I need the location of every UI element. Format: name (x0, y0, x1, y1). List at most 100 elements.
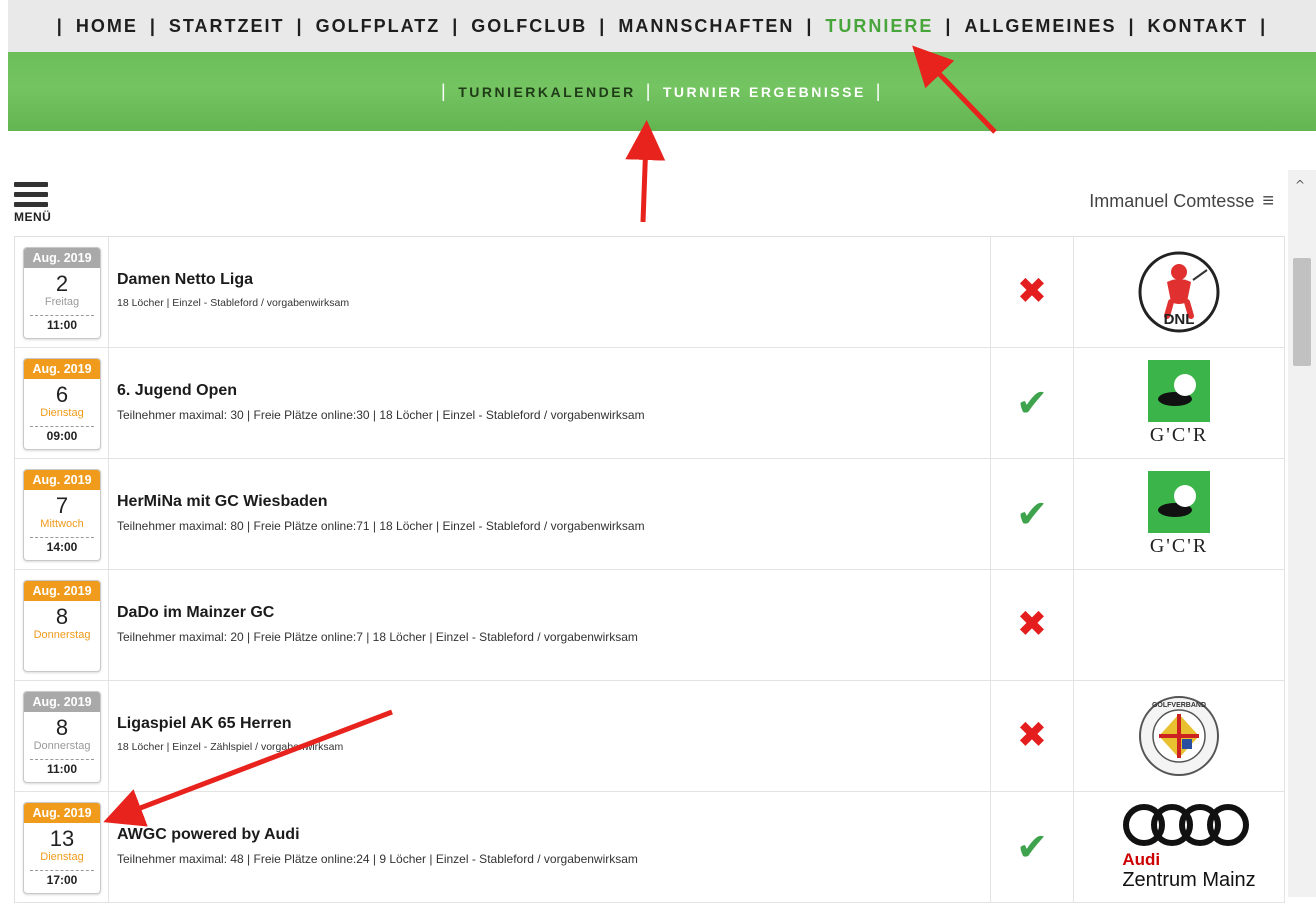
date-cell: Aug. 2019 7 Mittwoch 14:00 (15, 459, 109, 569)
date-weekday: Dienstag (40, 851, 84, 863)
nav-item-golfclub[interactable]: GOLFCLUB (471, 16, 587, 37)
info-cell: Damen Netto Liga 18 Löcher | Einzel - Sta… (109, 237, 991, 347)
date-month: Aug. 2019 (24, 359, 100, 379)
tournament-details: Teilnehmer maximal: 30 | Freie Plätze on… (117, 408, 645, 422)
info-cell: DaDo im Mainzer GC Teilnehmer maximal: 20… (109, 570, 991, 680)
date-time: 09:00 (30, 426, 94, 445)
hamburger-icon: ≡ (1262, 190, 1274, 212)
user-name: Immanuel Comtesse (1089, 191, 1255, 211)
check-icon[interactable]: ✔ (1016, 384, 1048, 422)
logo-cell: Audi Zentrum Mainz (1074, 792, 1285, 902)
hamburger-icon (14, 182, 58, 207)
tournament-title[interactable]: DaDo im Mainzer GC (117, 604, 274, 622)
nav-item-mannschaften[interactable]: MANNSCHAFTEN (618, 16, 794, 37)
subnav-item-turnierkalender[interactable]: TURNIERKALENDER (458, 84, 636, 100)
date-day: 2 (55, 271, 69, 296)
date-time: 17:00 (30, 870, 94, 889)
logo-cell (1074, 570, 1285, 680)
nav-item-allgemeines[interactable]: ALLGEMEINES (964, 16, 1116, 37)
status-cell[interactable]: ✔ (991, 459, 1074, 569)
tournament-title[interactable]: AWGC powered by Audi (117, 826, 300, 844)
nav-item-startzeit[interactable]: STARTZEIT (169, 16, 285, 37)
status-cell[interactable]: ✖ (991, 237, 1074, 347)
date-card: Aug. 2019 2 Freitag 11:00 (23, 247, 101, 339)
date-month: Aug. 2019 (24, 803, 100, 823)
tournament-row[interactable]: Aug. 2019 7 Mittwoch 14:00 HerMiNa mit GC Wi… (15, 459, 1285, 570)
date-month: Aug. 2019 (24, 248, 100, 268)
tournament-row[interactable]: Aug. 2019 13 Dienstag 17:00 AWGC powered by … (15, 792, 1285, 903)
tournament-title[interactable]: Damen Netto Liga (117, 271, 253, 289)
tournament-row[interactable]: Aug. 2019 6 Dienstag 09:00 6. Jugend Open Tei… (15, 348, 1285, 459)
date-day: 8 (55, 715, 69, 740)
info-cell: AWGC powered by Audi Teilnehmer maximal: … (109, 792, 991, 902)
main-nav: | HOME | STARTZEIT | GOLFPLATZ | GOLFCLUB | MANNS… (8, 0, 1316, 52)
check-icon[interactable]: ✔ (1016, 828, 1048, 866)
date-cell: Aug. 2019 2 Freitag 11:00 (15, 237, 109, 347)
tournament-row[interactable]: Aug. 2019 2 Freitag 11:00 Damen Netto Liga 18… (15, 237, 1285, 348)
audi-brand: Audi (1122, 850, 1161, 869)
tournament-title[interactable]: 6. Jugend Open (117, 382, 237, 400)
subnav-separator: | (875, 81, 883, 101)
status-cell[interactable]: ✖ (991, 681, 1074, 791)
scrollbar-thumb[interactable] (1293, 258, 1311, 366)
tournament-details: Teilnehmer maximal: 80 | Freie Plätze on… (117, 519, 645, 533)
user-menu[interactable]: Immanuel Comtesse ≡ (1089, 190, 1274, 213)
date-weekday: Dienstag (40, 407, 84, 419)
scrollbar[interactable]: ^ (1288, 170, 1316, 897)
cross-icon[interactable]: ✖ (1017, 274, 1047, 310)
scroll-up-icon[interactable]: ^ (1295, 178, 1305, 192)
tournament-details: 18 Löcher | Einzel - Zählspiel / vorgabe… (117, 741, 344, 753)
date-time: 11:00 (30, 315, 94, 334)
golfverband-logo: GOLFVERBAND (1139, 696, 1219, 776)
nav-item-turniere[interactable]: TURNIERE (825, 16, 933, 37)
date-month: Aug. 2019 (24, 692, 100, 712)
cross-icon[interactable]: ✖ (1017, 607, 1047, 643)
tournament-title[interactable]: Ligaspiel AK 65 Herren (117, 715, 292, 733)
nav-separator: | (56, 15, 64, 36)
audi-rings-icon (1123, 804, 1250, 846)
audi-location: Zentrum Mainz (1122, 869, 1256, 891)
subnav-item-turnier-ergebnisse[interactable]: TURNIER ERGEBNISSE (663, 84, 866, 100)
audi-logo: Audi Zentrum Mainz (1122, 803, 1256, 891)
gcr-logo-text: G'C'R (1149, 534, 1209, 557)
date-month: Aug. 2019 (24, 581, 100, 601)
logo-cell: DNL (1074, 237, 1285, 347)
date-day: 8 (55, 604, 69, 629)
menu-button[interactable]: MENÜ (14, 182, 58, 224)
status-cell[interactable]: ✔ (991, 348, 1074, 458)
cross-icon[interactable]: ✖ (1017, 718, 1047, 754)
menu-label: MENÜ (14, 210, 52, 224)
nav-separator: | (1260, 15, 1268, 36)
gcr-logo: G'C'R (1148, 359, 1210, 447)
date-cell: Aug. 2019 6 Dienstag 09:00 (15, 348, 109, 458)
date-day: 7 (55, 493, 69, 518)
date-cell: Aug. 2019 13 Dienstag 17:00 (15, 792, 109, 902)
nav-separator: | (296, 15, 304, 36)
logo-cell: G'C'R (1074, 459, 1285, 569)
nav-item-golfplatz[interactable]: GOLFPLATZ (316, 16, 441, 37)
status-cell[interactable]: ✔ (991, 792, 1074, 902)
date-month: Aug. 2019 (24, 470, 100, 490)
date-day: 6 (55, 382, 69, 407)
check-icon[interactable]: ✔ (1016, 495, 1048, 533)
date-weekday: Donnerstag (33, 629, 91, 641)
date-cell: Aug. 2019 8 Donnerstag 11:00 (15, 681, 109, 791)
nav-separator: | (806, 15, 814, 36)
arrow-to-subnav (625, 120, 666, 223)
svg-text:DNL: DNL (1164, 311, 1195, 328)
date-time: 11:00 (30, 759, 94, 778)
date-card: Aug. 2019 7 Mittwoch 14:00 (23, 469, 101, 561)
info-cell: Ligaspiel AK 65 Herren 18 Löcher | Einzel… (109, 681, 991, 791)
subnav-separator: | (441, 81, 449, 101)
logo-cell: G'C'R (1074, 348, 1285, 458)
tournament-row[interactable]: Aug. 2019 8 Donnerstag 11:00 Ligaspiel AK 65… (15, 681, 1285, 792)
tournament-details: Teilnehmer maximal: 48 | Freie Plätze on… (117, 852, 638, 866)
date-card: Aug. 2019 8 Donnerstag (23, 580, 101, 672)
nav-item-kontakt[interactable]: KONTAKT (1148, 16, 1249, 37)
date-weekday: Mittwoch (40, 518, 84, 530)
nav-separator: | (452, 15, 460, 36)
status-cell[interactable]: ✖ (991, 570, 1074, 680)
tournament-title[interactable]: HerMiNa mit GC Wiesbaden (117, 493, 328, 511)
tournament-row[interactable]: Aug. 2019 8 Donnerstag DaDo im Mainzer GC Te… (15, 570, 1285, 681)
nav-item-home[interactable]: HOME (76, 16, 138, 37)
